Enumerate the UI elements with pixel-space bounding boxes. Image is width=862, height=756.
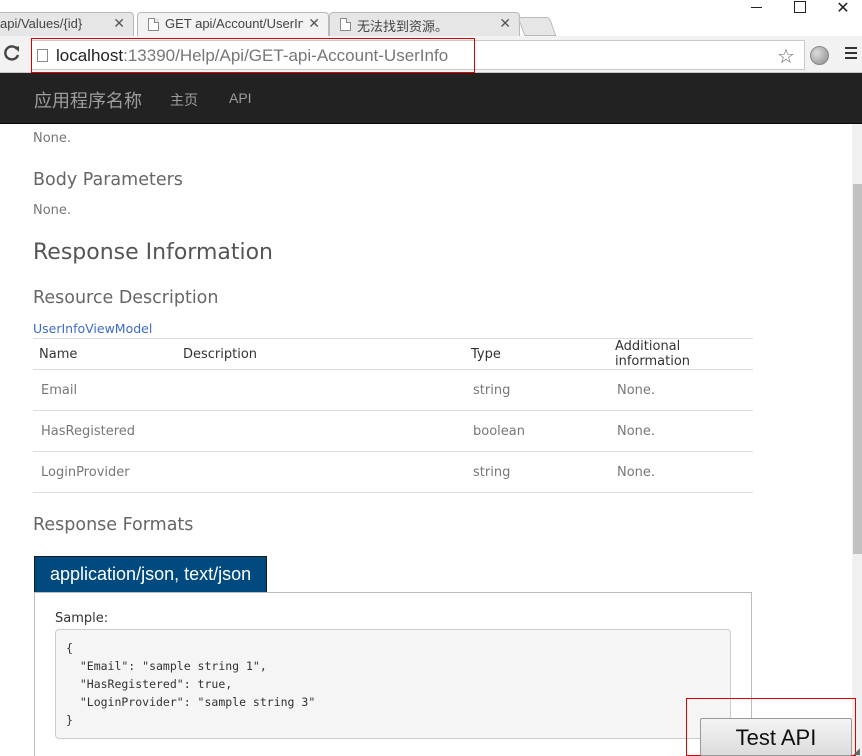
cell-name: Email <box>33 369 177 411</box>
cell-description <box>177 410 465 452</box>
cell-type: string <box>465 369 609 411</box>
reload-icon[interactable] <box>2 43 22 63</box>
tab-title: api/Values/{id} <box>0 16 83 31</box>
brand-name[interactable]: 应用程序名称 <box>34 87 142 113</box>
cell-info: None. <box>609 451 753 493</box>
tab-values[interactable]: api/Values/{id} ✕ <box>0 12 134 37</box>
help-page-content: None. Body Parameters None. Response Inf… <box>0 124 852 756</box>
tab-userinfo[interactable]: GET api/Account/UserIn ✕ <box>137 12 329 37</box>
resource-table: Name Description Type Additional informa… <box>33 338 753 493</box>
minimize-icon[interactable] <box>736 0 776 14</box>
nav-link-home[interactable]: 主页 <box>170 90 198 110</box>
cell-description <box>177 369 465 411</box>
sample-code-block: { "Email": "sample string 1", "HasRegist… <box>55 629 731 739</box>
cell-info: None. <box>609 410 753 452</box>
cell-description <box>177 451 465 493</box>
tab-title: 无法找到资源。 <box>357 19 449 34</box>
nav-link-api[interactable]: API <box>229 90 252 106</box>
close-icon[interactable]: ✕ <box>308 15 320 32</box>
format-panel: Sample: { "Email": "sample string 1", "H… <box>34 592 752 756</box>
response-info-heading: Response Information <box>33 240 274 265</box>
extension-globe-icon[interactable] <box>810 46 829 65</box>
page-icon <box>148 18 159 31</box>
table-row: HasRegistered boolean None. <box>33 410 753 452</box>
tab-not-found[interactable]: 无法找到资源。 ✕ <box>329 12 520 37</box>
tab-format-json[interactable]: application/json, text/json <box>34 556 268 592</box>
body-params-heading: Body Parameters <box>33 170 183 190</box>
test-api-button[interactable]: Test API <box>700 718 852 756</box>
bookmark-star-icon[interactable]: ☆ <box>777 44 795 69</box>
site-navbar: 应用程序名称 主页 API <box>0 73 862 124</box>
column-header: Type <box>465 338 609 370</box>
uri-params-none: None. <box>33 131 72 146</box>
cell-type: string <box>465 451 609 493</box>
tab-title: GET api/Account/UserIn <box>165 16 303 31</box>
tab-strip: api/Values/{id} ✕ GET api/Account/UserIn… <box>0 0 862 37</box>
maximize-icon[interactable] <box>780 0 820 14</box>
page-icon <box>340 18 351 31</box>
sample-label: Sample: <box>55 611 109 626</box>
scrollbar-thumb[interactable] <box>853 184 862 554</box>
table-row: LoginProvider string None. <box>33 451 753 493</box>
page-scrollbar[interactable] <box>852 124 862 756</box>
window-close-icon[interactable]: ✕ <box>823 0 862 17</box>
column-header: Description <box>177 338 465 370</box>
resource-desc-heading: Resource Description <box>33 288 219 308</box>
column-header: Additional information <box>609 338 753 370</box>
response-formats-heading: Response Formats <box>33 515 194 535</box>
model-link[interactable]: UserInfoViewModel <box>33 321 152 336</box>
body-params-none: None. <box>33 203 72 218</box>
column-header: Name <box>33 338 177 370</box>
cell-name: HasRegistered <box>33 410 177 452</box>
cell-name: LoginProvider <box>33 451 177 493</box>
url-highlight-annotation <box>31 38 475 73</box>
resize-corner-icon: ◢ <box>853 746 860 756</box>
close-icon[interactable]: ✕ <box>499 15 511 32</box>
table-row: Email string None. <box>33 369 753 411</box>
cell-info: None. <box>609 369 753 411</box>
close-icon[interactable]: ✕ <box>113 15 125 32</box>
menu-icon[interactable] <box>845 47 857 61</box>
browser-chrome: api/Values/{id} ✕ GET api/Account/UserIn… <box>0 0 862 73</box>
cell-type: boolean <box>465 410 609 452</box>
new-tab-button[interactable] <box>517 17 557 36</box>
table-header-row: Name Description Type Additional informa… <box>33 338 753 370</box>
